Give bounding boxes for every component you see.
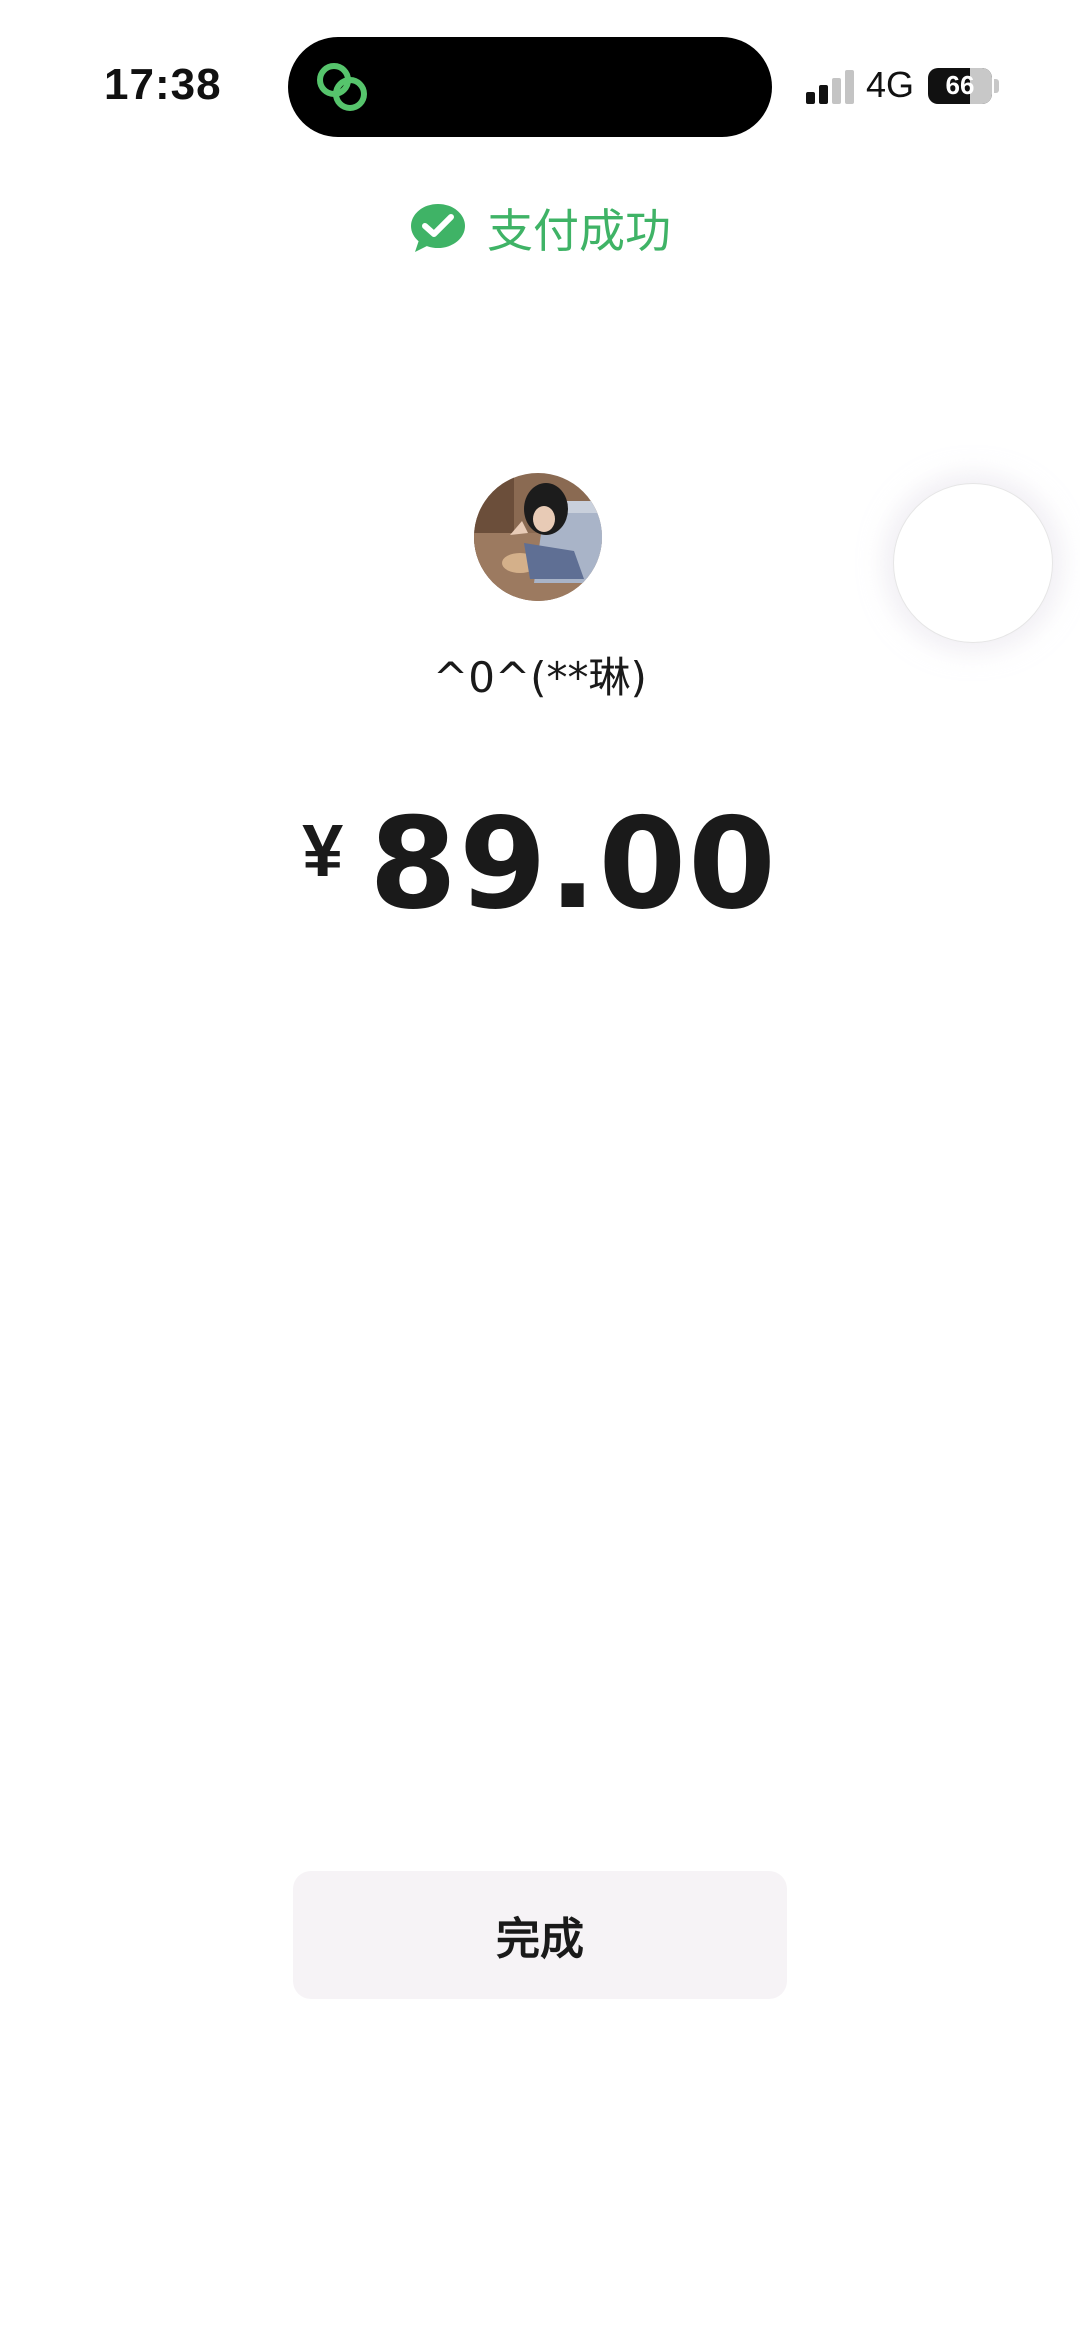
done-button-label: 完成 <box>496 1914 584 1965</box>
network-type: 4G <box>866 64 915 105</box>
link-rings-icon <box>317 63 367 111</box>
wechat-chat-check-icon <box>411 204 465 252</box>
payee-avatar <box>474 473 602 601</box>
floating-action-circle[interactable] <box>893 483 1053 643</box>
cellular-signal-icon <box>806 70 858 104</box>
payment-success-screen: 17:38 4G 66 支付成功 ^0^(**琳) ¥ 89.00 完成 <box>0 0 1080 2348</box>
success-title: 支付成功 <box>487 204 671 258</box>
avatar-photo <box>474 473 602 601</box>
battery-cap <box>994 79 999 93</box>
done-button[interactable]: 完成 <box>293 1871 787 1999</box>
status-time: 17:38 <box>104 60 222 109</box>
payment-success-header: 支付成功 <box>0 195 1080 261</box>
amount-value: 89.00 <box>369 790 778 937</box>
battery-percentage: 66 <box>945 70 975 100</box>
battery-icon: 66 <box>928 68 992 104</box>
dynamic-island[interactable] <box>288 37 772 137</box>
payee-name: ^0^(**琳) <box>433 653 647 702</box>
currency-symbol: ¥ <box>302 809 344 892</box>
payment-amount: ¥ 89.00 <box>0 790 1080 937</box>
